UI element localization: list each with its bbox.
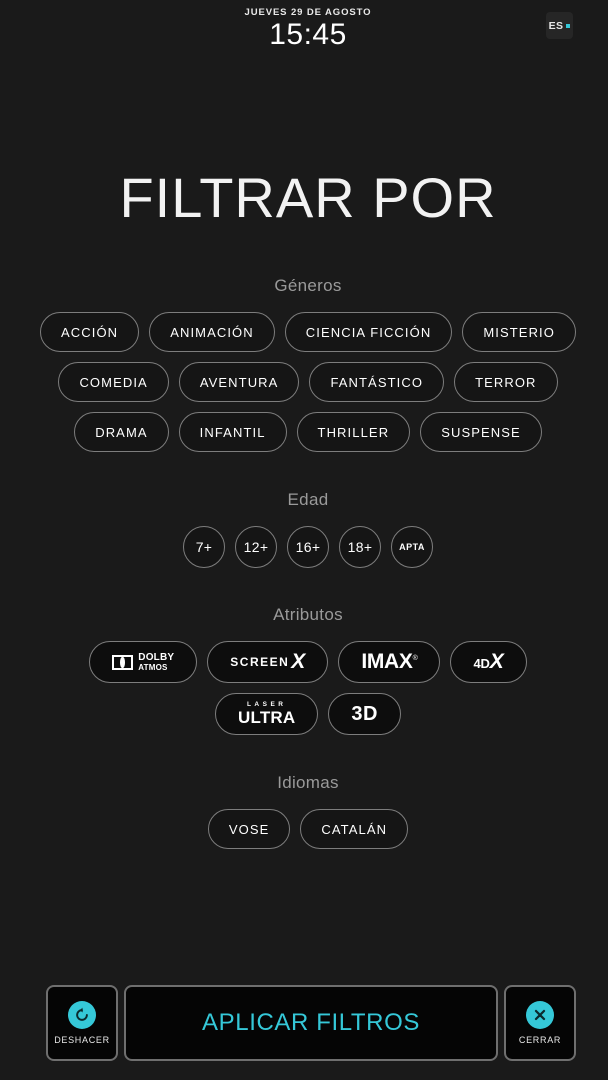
genre-chip-terror[interactable]: TERROR	[454, 362, 558, 402]
genre-chip-fantastico[interactable]: FANTÁSTICO	[309, 362, 445, 402]
attribute-chip-3d[interactable]: 3D	[328, 693, 401, 735]
language-chip-vose[interactable]: VOSE	[207, 809, 291, 849]
age-chip-7[interactable]: 7+	[183, 526, 225, 568]
current-time: 15:45	[269, 18, 347, 51]
section-title-edad: Edad	[287, 490, 329, 509]
genre-chip-infantil[interactable]: INFANTIL	[178, 412, 287, 452]
chevron-down-icon	[566, 23, 571, 28]
laser-line2: ULTRA	[238, 708, 296, 728]
filter-screen: JUEVES 29 DE AGOSTO 15:45 ES FILTRAR POR…	[0, 0, 608, 1080]
language-label: ES	[548, 19, 564, 32]
fourdx-word: 4D	[473, 655, 490, 671]
age-chip-16[interactable]: 16+	[287, 526, 329, 568]
section-generos: Géneros ACCIÓN ANIMACIÓN CIENCIA FICCIÓN…	[8, 276, 608, 452]
genre-chip-aventura[interactable]: AVENTURA	[178, 362, 300, 402]
imax-registered-mark: ®	[412, 655, 418, 662]
age-chip-18[interactable]: 18+	[339, 526, 381, 568]
attribute-chip-laser-ultra[interactable]: LASER ULTRA	[215, 693, 319, 735]
undo-label: DESHACER	[54, 1035, 110, 1045]
section-title-atributos: Atributos	[273, 605, 343, 624]
section-atributos: Atributos DOLBY ATMOS SCREEN X IMAX® 4D …	[8, 605, 608, 735]
attribute-chip-screenx[interactable]: SCREEN X	[207, 641, 329, 683]
undo-icon	[68, 1001, 96, 1029]
genre-row-3: DRAMA INFANTIL THRILLER SUSPENSE	[8, 412, 608, 452]
genre-chip-drama[interactable]: DRAMA	[74, 412, 169, 452]
screenx-word: SCREEN	[230, 654, 290, 669]
genre-chip-comedia[interactable]: COMEDIA	[58, 362, 169, 402]
genre-row-1: ACCIÓN ANIMACIÓN CIENCIA FICCIÓN MISTERI…	[8, 312, 608, 352]
age-chip-apta[interactable]: APTA	[391, 526, 433, 568]
language-selector[interactable]: ES	[546, 12, 573, 39]
attribute-row-2: LASER ULTRA 3D	[8, 693, 608, 735]
genre-chip-ciencia-ficcion[interactable]: CIENCIA FICCIÓN	[284, 312, 453, 352]
attribute-chip-dolby-atmos[interactable]: DOLBY ATMOS	[89, 641, 198, 683]
filter-content: Géneros ACCIÓN ANIMACIÓN CIENCIA FICCIÓN…	[8, 276, 608, 982]
genre-chip-misterio[interactable]: MISTERIO	[462, 312, 576, 352]
section-edad: Edad 7+ 12+ 16+ 18+ APTA	[8, 490, 608, 568]
section-idiomas: Idiomas VOSE CATALÁN	[8, 773, 608, 849]
section-title-idiomas: Idiomas	[277, 773, 339, 792]
apply-filters-button[interactable]: APLICAR FILTROS	[124, 985, 498, 1061]
attribute-chip-imax[interactable]: IMAX®	[338, 641, 441, 683]
age-row: 7+ 12+ 16+ 18+ APTA	[8, 526, 608, 568]
status-header: JUEVES 29 DE AGOSTO 15:45 ES	[8, 0, 608, 62]
dolby-line1: DOLBY	[138, 651, 175, 663]
threed-word: 3D	[351, 702, 378, 725]
dolby-line2: ATMOS	[138, 662, 168, 672]
undo-button[interactable]: DESHACER	[46, 985, 118, 1061]
imax-word: IMAX	[361, 650, 413, 673]
dolby-double-d-icon	[112, 654, 134, 670]
page-title: FILTRAR POR	[119, 166, 497, 229]
attribute-chip-4dx[interactable]: 4D X	[450, 641, 527, 683]
screenx-x-icon: X	[291, 649, 306, 673]
section-title-generos: Géneros	[274, 276, 342, 295]
genre-row-2: COMEDIA AVENTURA FANTÁSTICO TERROR	[8, 362, 608, 402]
genre-chip-thriller[interactable]: THRILLER	[296, 412, 411, 452]
close-button[interactable]: CERRAR	[504, 985, 576, 1061]
genre-chip-accion[interactable]: ACCIÓN	[40, 312, 140, 352]
close-icon	[526, 1001, 554, 1029]
genre-chip-animacion[interactable]: ANIMACIÓN	[149, 312, 275, 352]
genre-chip-suspense[interactable]: SUSPENSE	[420, 412, 542, 452]
language-row: VOSE CATALÁN	[8, 809, 608, 849]
attribute-row-1: DOLBY ATMOS SCREEN X IMAX® 4D X	[8, 641, 608, 683]
apply-filters-label: APLICAR FILTROS	[202, 1009, 420, 1036]
action-bar: DESHACER APLICAR FILTROS CERRAR	[8, 982, 608, 1080]
close-label: CERRAR	[518, 1035, 562, 1045]
current-date: JUEVES 29 DE AGOSTO	[244, 7, 372, 18]
language-chip-catalan[interactable]: CATALÁN	[300, 809, 409, 849]
age-chip-12[interactable]: 12+	[235, 526, 277, 568]
fourdx-x-icon: X	[489, 649, 504, 673]
